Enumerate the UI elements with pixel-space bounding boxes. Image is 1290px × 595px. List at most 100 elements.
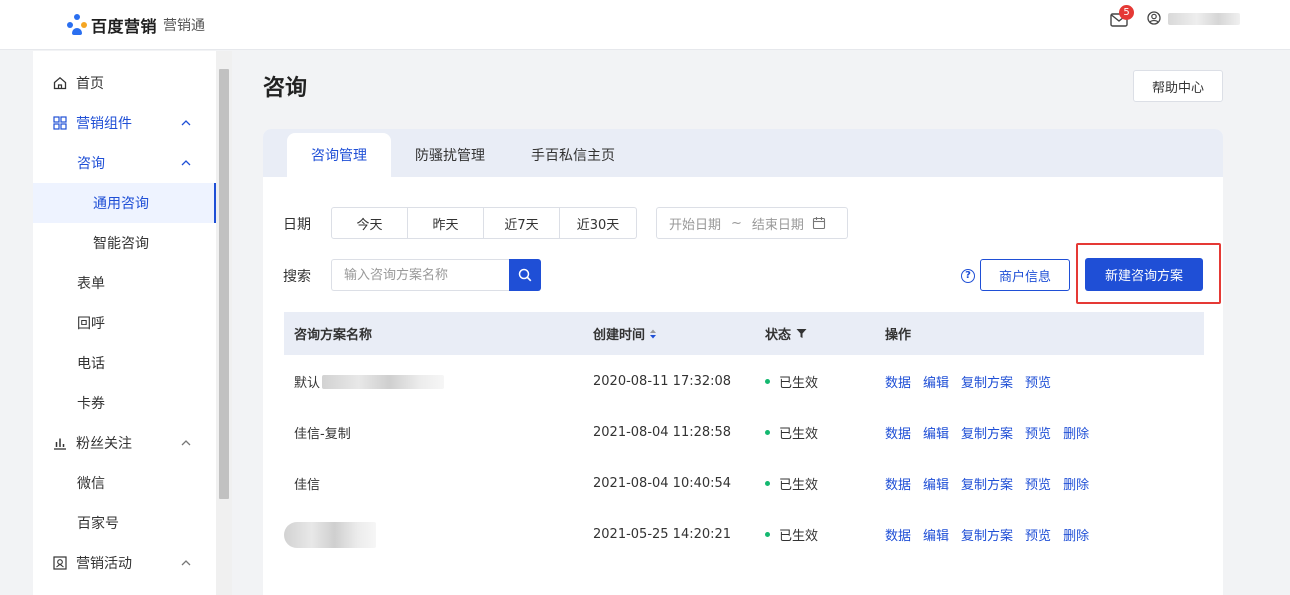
- sidebar-item-coupon[interactable]: 卡券: [33, 383, 216, 423]
- chevron-up-icon[interactable]: [180, 557, 192, 569]
- preview-link[interactable]: 预览: [1025, 525, 1051, 544]
- scrollbar-thumb[interactable]: [219, 69, 229, 499]
- sidebar-item-form[interactable]: 表单: [33, 263, 216, 303]
- copy-plan-link[interactable]: 复制方案: [961, 372, 1013, 391]
- copy-plan-link[interactable]: 复制方案: [961, 474, 1013, 493]
- tab-shoubai-message-home[interactable]: 手百私信主页: [517, 133, 629, 177]
- plan-name-text: 默认: [294, 376, 321, 391]
- user-icon[interactable]: [1147, 11, 1161, 25]
- sidebar-item-callback[interactable]: 回呼: [33, 303, 216, 343]
- data-link[interactable]: 数据: [885, 372, 911, 391]
- sidebar-item-marketing-components[interactable]: 营销组件: [33, 103, 216, 143]
- sidebar-item-label: 营销活动: [76, 556, 132, 572]
- start-date-placeholder: 开始日期: [669, 217, 722, 233]
- col-create-time[interactable]: 创建时间: [593, 312, 657, 355]
- status-text: 已生效: [779, 529, 819, 544]
- status-cell: 已生效: [765, 458, 818, 509]
- edit-link[interactable]: 编辑: [923, 474, 949, 493]
- date-range-picker[interactable]: 开始日期 ~ 结束日期: [656, 207, 848, 239]
- sidebar-item-wechat[interactable]: 微信: [33, 463, 216, 503]
- sidebar-item-smart-consult[interactable]: 智能咨询: [33, 223, 216, 263]
- sidebar-item-label: 卡券: [77, 396, 105, 412]
- home-icon: [52, 75, 68, 91]
- sidebar-item-label: 微信: [77, 476, 105, 492]
- end-date-placeholder: 结束日期: [751, 217, 804, 233]
- status-dot: [765, 481, 770, 486]
- preview-link[interactable]: 预览: [1025, 372, 1051, 391]
- create-time: 2021-08-04 11:28:58: [593, 425, 732, 440]
- status-cell: 已生效: [765, 356, 818, 407]
- action-cell: 数据 编辑 复制方案 预览 删除: [885, 509, 1101, 560]
- action-cell: 数据 编辑 复制方案 预览: [885, 356, 1063, 407]
- tab-consult-management[interactable]: 咨询管理: [287, 133, 391, 177]
- tab-bar: 咨询管理 防骚扰管理 手百私信主页: [263, 129, 1223, 177]
- help-center-button[interactable]: 帮助中心: [1133, 70, 1223, 102]
- sidebar-item-label: 通用咨询: [93, 196, 149, 212]
- date-separator: ~: [731, 215, 742, 231]
- calendar-icon: [812, 216, 826, 230]
- plan-name: 默认: [294, 356, 445, 407]
- date-yesterday-button[interactable]: 昨天: [408, 208, 484, 238]
- create-time: 2020-08-11 17:32:08: [593, 374, 732, 389]
- edit-link[interactable]: 编辑: [923, 423, 949, 442]
- edit-link[interactable]: 编辑: [923, 525, 949, 544]
- data-link[interactable]: 数据: [885, 525, 911, 544]
- grid-icon: [52, 115, 68, 131]
- date-today-button[interactable]: 今天: [332, 208, 408, 238]
- sort-icon[interactable]: [649, 328, 657, 340]
- action-cell: 数据 编辑 复制方案 预览 删除: [885, 458, 1101, 509]
- blurred-text: [322, 374, 445, 389]
- table-row: 默认 2020-08-11 17:32:08 已生效 数据 编辑 复制方案 预览: [284, 356, 1204, 407]
- delete-link[interactable]: 删除: [1063, 525, 1089, 544]
- plan-name: [284, 509, 376, 560]
- date-last7-button[interactable]: 近7天: [484, 208, 560, 238]
- delete-link[interactable]: 删除: [1063, 423, 1089, 442]
- page-title: 咨询: [263, 76, 308, 101]
- delete-link[interactable]: 删除: [1063, 474, 1089, 493]
- search-button[interactable]: [509, 259, 541, 291]
- sidebar-item-marketing-activity[interactable]: 营销活动: [33, 543, 216, 583]
- question-icon[interactable]: ?: [961, 269, 975, 283]
- search-input[interactable]: [331, 259, 509, 291]
- new-consult-plan-button[interactable]: 新建咨询方案: [1085, 258, 1203, 291]
- create-time: 2021-08-04 10:40:54: [593, 476, 732, 491]
- logo[interactable]: 百度营销 营销通: [66, 13, 205, 37]
- sidebar-item-label: 表单: [77, 276, 105, 292]
- data-link[interactable]: 数据: [885, 423, 911, 442]
- action-cell: 数据 编辑 复制方案 预览 删除: [885, 407, 1101, 458]
- chevron-up-icon[interactable]: [180, 437, 192, 449]
- top-header: 百度营销 营销通 5: [0, 0, 1290, 50]
- sidebar-item-general-consult[interactable]: 通用咨询: [33, 183, 216, 223]
- chevron-up-icon[interactable]: [180, 157, 192, 169]
- username-blurred[interactable]: [1168, 13, 1240, 25]
- sidebar-item-consult[interactable]: 咨询: [33, 143, 216, 183]
- search-icon: [518, 268, 532, 282]
- preview-link[interactable]: 预览: [1025, 423, 1051, 442]
- filter-icon[interactable]: [796, 328, 807, 339]
- table-row: 佳信-复制 2021-08-04 11:28:58 已生效 数据 编辑 复制方案…: [284, 407, 1204, 458]
- sidebar-item-baijiahao[interactable]: 百家号: [33, 503, 216, 543]
- col-plan-name: 咨询方案名称: [294, 328, 373, 343]
- blurred-text: [284, 521, 376, 548]
- col-actions: 操作: [885, 328, 912, 343]
- col-status[interactable]: 状态: [765, 312, 807, 355]
- chevron-up-icon[interactable]: [180, 117, 192, 129]
- plan-name: 佳信-复制: [294, 427, 351, 442]
- sidebar-item-home[interactable]: 首页: [33, 63, 216, 103]
- preview-link[interactable]: 预览: [1025, 474, 1051, 493]
- sidebar-scrollbar[interactable]: [216, 51, 232, 595]
- sidebar: 首页 营销组件 咨询 通用咨询 智能咨询 表单 回呼 电话 卡券 粉丝关注 微信…: [33, 51, 216, 595]
- sidebar-item-fans[interactable]: 粉丝关注: [33, 423, 216, 463]
- sidebar-item-phone[interactable]: 电话: [33, 343, 216, 383]
- sidebar-item-label: 咨询: [77, 156, 105, 172]
- tab-anti-harassment[interactable]: 防骚扰管理: [399, 133, 501, 177]
- status-text: 已生效: [779, 376, 819, 391]
- data-link[interactable]: 数据: [885, 474, 911, 493]
- edit-link[interactable]: 编辑: [923, 372, 949, 391]
- copy-plan-link[interactable]: 复制方案: [961, 525, 1013, 544]
- date-last30-button[interactable]: 近30天: [560, 208, 636, 238]
- copy-plan-link[interactable]: 复制方案: [961, 423, 1013, 442]
- plan-name: 佳信: [294, 478, 321, 493]
- merchant-info-button[interactable]: 商户信息: [980, 259, 1070, 291]
- col-create-time-label: 创建时间: [593, 328, 646, 343]
